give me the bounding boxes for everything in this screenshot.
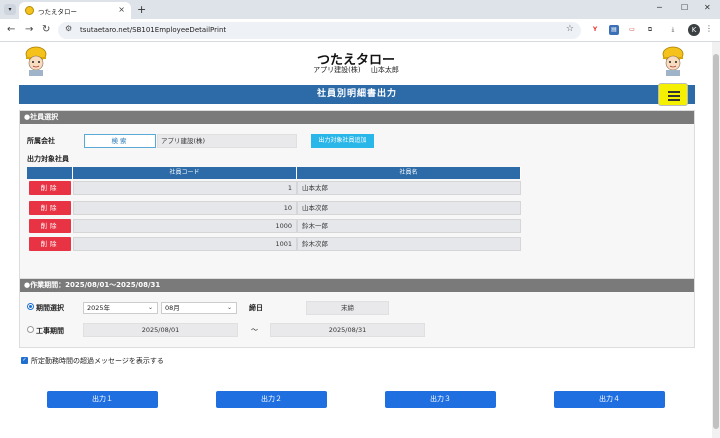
company-search-button[interactable]: 検索 bbox=[84, 134, 156, 148]
back-icon[interactable]: ← bbox=[7, 24, 15, 35]
tab-title: つたえタロー bbox=[38, 8, 77, 16]
extension-cast-icon[interactable]: ▭ bbox=[627, 25, 637, 35]
delete-button[interactable]: 削除 bbox=[29, 237, 71, 251]
close-tab-icon[interactable]: × bbox=[118, 5, 125, 14]
favicon-icon bbox=[25, 6, 34, 15]
forward-icon[interactable]: → bbox=[25, 24, 33, 35]
work-period-radio[interactable] bbox=[27, 326, 34, 333]
date-range-tilde: ～ bbox=[251, 326, 258, 334]
chevron-down-icon: ⌄ bbox=[147, 304, 153, 311]
month-select-value: 08月 bbox=[165, 304, 180, 312]
extensions-puzzle-icon[interactable]: ⧉ bbox=[645, 25, 655, 35]
user-info: アプリ建設(株) 山本太郎 bbox=[0, 65, 712, 75]
new-tab-icon[interactable]: + bbox=[137, 3, 146, 16]
output-2-button[interactable]: 出力２ bbox=[216, 391, 327, 408]
work-end-date-input[interactable]: 2025/08/31 bbox=[270, 323, 425, 337]
output-3-button[interactable]: 出力３ bbox=[385, 391, 496, 408]
table-header-blank bbox=[27, 167, 73, 179]
bookmark-star-icon[interactable]: ☆ bbox=[566, 24, 574, 34]
browser-tab-bar: ▾ つたえタロー × + ─ ☐ ✕ bbox=[0, 0, 720, 19]
company-name: アプリ建設(株) bbox=[313, 66, 361, 74]
download-icon[interactable]: ⤓ bbox=[668, 25, 678, 35]
employee-name-cell: 山本次郎 bbox=[297, 201, 521, 215]
target-employees-label: 出力対象社員 bbox=[27, 155, 69, 163]
employee-code-cell: 10 bbox=[73, 201, 297, 215]
period-select-radio[interactable] bbox=[27, 303, 34, 310]
closing-day-value: 末締 bbox=[306, 301, 389, 315]
employee-code-cell: 1 bbox=[73, 181, 297, 195]
employee-name-cell: 山本太郎 bbox=[297, 181, 521, 195]
overtime-message-checkbox[interactable]: ✓ bbox=[21, 357, 28, 364]
site-info-icon[interactable]: ⚙ bbox=[65, 24, 72, 33]
page-heading: 社員別明細書出力 bbox=[19, 85, 695, 104]
work-period-label: 工事期間 bbox=[36, 327, 64, 335]
reload-icon[interactable]: ↻ bbox=[42, 24, 50, 35]
profile-avatar[interactable]: K bbox=[688, 24, 700, 36]
employee-code-cell: 1001 bbox=[73, 237, 297, 251]
employee-code-cell: 1000 bbox=[73, 219, 297, 233]
page-scrollbar[interactable] bbox=[712, 42, 720, 438]
browser-menu-icon[interactable]: ⋮ bbox=[705, 24, 713, 33]
browser-toolbar: ← → ↻ ⚙ tsutaetaro.net/SB101EmployeeDeta… bbox=[0, 19, 720, 42]
delete-button[interactable]: 削除 bbox=[29, 201, 71, 215]
employee-section-heading: ●社員選択 bbox=[20, 111, 694, 124]
work-start-date-input[interactable]: 2025/08/01 bbox=[83, 323, 238, 337]
hamburger-menu-button[interactable] bbox=[658, 83, 688, 106]
bulk-add-employee-button[interactable]: 出力対象社員追加 bbox=[311, 134, 374, 148]
closing-day-label: 締日 bbox=[249, 304, 263, 312]
user-name: 山本太郎 bbox=[370, 66, 399, 74]
minimize-icon[interactable]: ─ bbox=[657, 3, 662, 12]
url-text: tsutaetaro.net/SB101EmployeeDetailPrint bbox=[80, 26, 227, 34]
close-window-icon[interactable]: ✕ bbox=[704, 3, 711, 12]
period-select-label: 期間選択 bbox=[36, 304, 64, 312]
browser-tab[interactable]: つたえタロー × bbox=[19, 2, 131, 19]
output-1-button[interactable]: 出力１ bbox=[47, 391, 158, 408]
month-select[interactable]: 08月 ⌄ bbox=[161, 302, 237, 314]
menu-line-icon bbox=[668, 99, 680, 101]
employee-name-cell: 鈴木一郎 bbox=[297, 219, 521, 233]
overtime-message-label: 所定勤務時間の超過メッセージを表示する bbox=[31, 357, 164, 365]
menu-line-icon bbox=[668, 91, 680, 93]
page-content: つたえタロー アプリ建設(株) 山本太郎 社員別明細書出力 ●社員選択 所属会社… bbox=[0, 42, 712, 438]
delete-button[interactable]: 削除 bbox=[29, 181, 71, 195]
year-select[interactable]: 2025年 ⌄ bbox=[83, 302, 158, 314]
employee-name-cell: 鈴木次郎 bbox=[297, 237, 521, 251]
company-value: アプリ建設(株) bbox=[157, 134, 297, 148]
menu-line-icon bbox=[668, 95, 680, 97]
work-period-heading: ●作業期間：2025/08/01～2025/08/31 bbox=[20, 279, 694, 292]
year-select-value: 2025年 bbox=[87, 304, 111, 312]
extension-doc-icon[interactable]: ▤ bbox=[609, 25, 619, 35]
extension-y-icon[interactable]: Y bbox=[590, 25, 600, 35]
delete-button[interactable]: 削除 bbox=[29, 219, 71, 233]
maximize-icon[interactable]: ☐ bbox=[681, 3, 688, 12]
tab-search-icon[interactable]: ▾ bbox=[4, 4, 16, 15]
scrollbar-thumb[interactable] bbox=[713, 54, 719, 429]
output-4-button[interactable]: 出力４ bbox=[554, 391, 665, 408]
column-employee-name: 社員名 bbox=[297, 167, 521, 179]
company-label: 所属会社 bbox=[27, 137, 55, 145]
column-employee-code: 社員コード bbox=[73, 167, 297, 179]
address-bar[interactable]: ⚙ tsutaetaro.net/SB101EmployeeDetailPrin… bbox=[58, 22, 581, 39]
chevron-down-icon: ⌄ bbox=[226, 304, 232, 311]
